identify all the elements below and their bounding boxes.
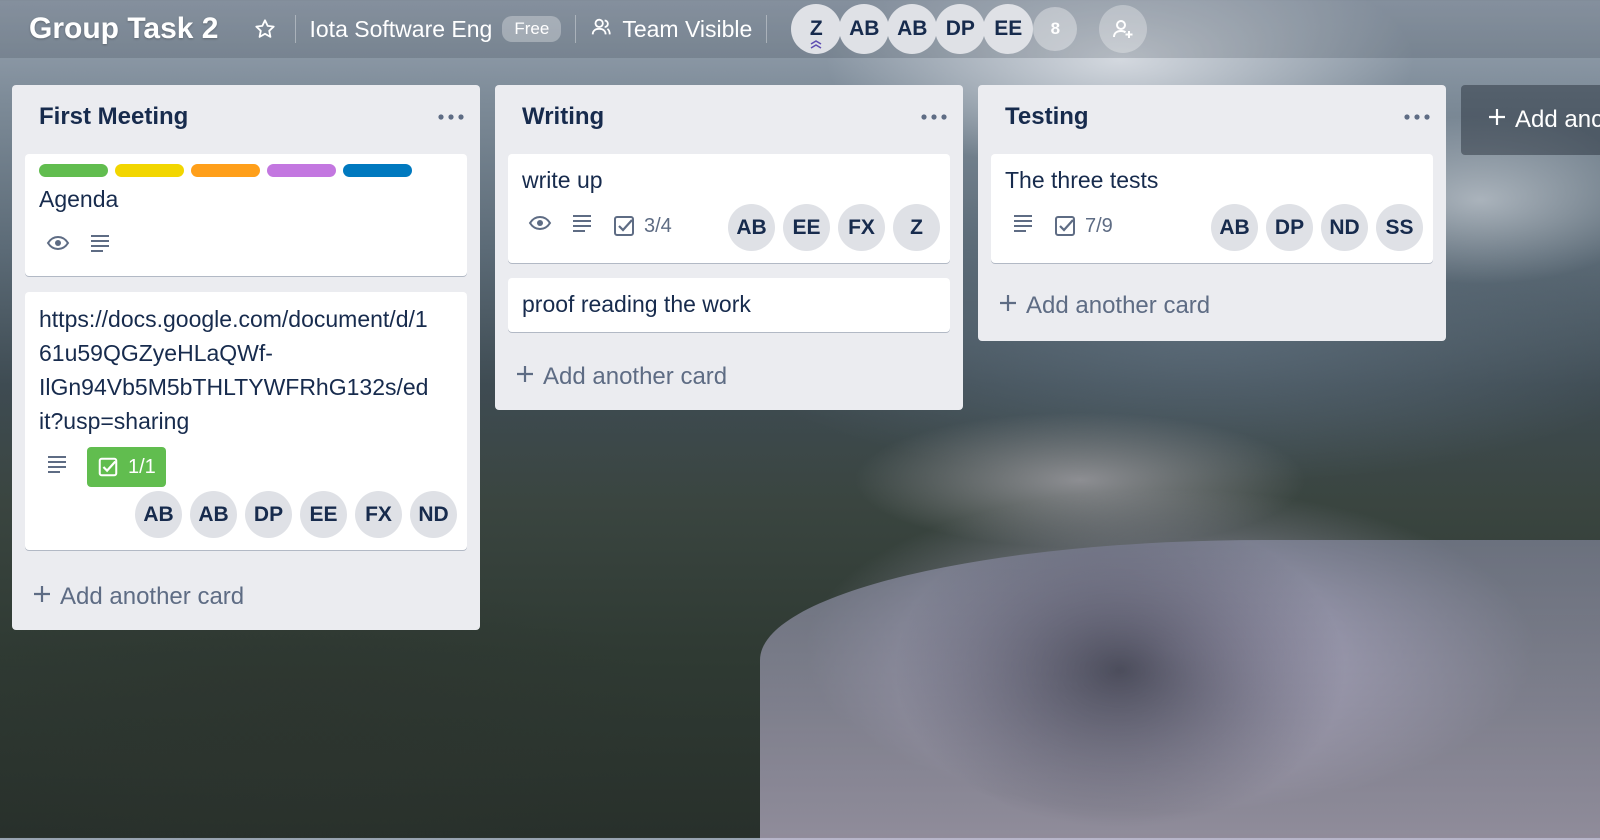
header-divider — [294, 15, 296, 43]
checklist-icon — [98, 457, 118, 477]
card-proof-reading[interactable]: proof reading the work — [508, 278, 950, 332]
checklist-badge: 7/9 — [1053, 214, 1113, 238]
add-list-button[interactable]: Add anc — [1461, 85, 1600, 155]
member-avatar[interactable]: EE — [983, 4, 1034, 54]
card-title: https://docs.google.com/document/d/1 61u… — [39, 306, 429, 434]
board-members: Z AB AB DP EE 8 — [791, 4, 1078, 55]
card-agenda[interactable]: Agenda — [25, 154, 467, 276]
card-badges: 1/1 — [45, 447, 166, 487]
invite-member-icon[interactable] — [1099, 5, 1148, 53]
eye-icon — [528, 211, 552, 241]
plan-badge: Free — [502, 16, 562, 42]
plus-icon — [32, 583, 52, 611]
admin-chevron-icon — [809, 31, 823, 55]
star-icon[interactable] — [249, 13, 281, 45]
member-avatar[interactable]: AB — [1211, 204, 1258, 251]
card-badges: 7/9 — [1011, 211, 1113, 241]
description-icon — [570, 211, 594, 241]
member-avatar[interactable]: AB — [135, 491, 182, 538]
member-avatar[interactable]: AB — [839, 4, 890, 54]
member-avatar[interactable]: FX — [355, 491, 402, 538]
board-header: Group Task 2 Iota Software Eng Free Team… — [0, 0, 1600, 58]
member-avatar[interactable]: DP — [245, 491, 292, 538]
eye-icon — [46, 231, 70, 261]
card-labels — [39, 164, 412, 177]
plus-icon — [1487, 106, 1507, 134]
description-icon — [1011, 211, 1035, 241]
member-avatar[interactable]: ND — [410, 491, 457, 538]
card-doc-link[interactable]: https://docs.google.com/document/d/1 61u… — [25, 292, 467, 550]
card-badges: 3/4 — [528, 211, 672, 241]
member-avatar[interactable]: DP — [935, 4, 986, 54]
member-avatar[interactable]: EE — [783, 204, 830, 251]
member-avatar[interactable]: EE — [300, 491, 347, 538]
more-icon[interactable] — [918, 107, 950, 127]
member-avatar[interactable]: Z — [791, 4, 842, 55]
list-title[interactable]: Writing — [522, 103, 604, 131]
label-orange[interactable] — [191, 164, 260, 177]
checklist-icon — [614, 216, 634, 236]
add-card-button[interactable]: Add another card — [998, 292, 1210, 320]
member-avatar[interactable]: Z — [893, 204, 940, 251]
card-members: AB DP ND SS — [1211, 204, 1423, 251]
list-title[interactable]: Testing — [1005, 103, 1089, 131]
add-card-button[interactable]: Add another card — [515, 363, 727, 391]
more-icon[interactable] — [1401, 107, 1433, 127]
header-divider — [575, 15, 577, 43]
visibility-button[interactable]: Team Visible — [590, 16, 752, 43]
more-members-count[interactable]: 8 — [1033, 7, 1078, 51]
list-testing: Testing The three tests 7/9 AB DP ND SS … — [978, 85, 1446, 341]
list-first-meeting: First Meeting Agenda https://docs.google… — [12, 85, 480, 630]
card-three-tests[interactable]: The three tests 7/9 AB DP ND SS — [991, 154, 1433, 263]
checklist-badge: 1/1 — [87, 447, 166, 487]
member-avatar[interactable]: ND — [1321, 204, 1368, 251]
visibility-label: Team Visible — [622, 15, 753, 42]
team-name[interactable]: Iota Software Eng — [310, 16, 493, 43]
member-avatar[interactable]: AB — [887, 4, 938, 54]
header-divider — [766, 15, 768, 43]
card-title: Agenda — [39, 186, 119, 212]
label-yellow[interactable] — [115, 164, 184, 177]
background-lake — [760, 540, 1600, 840]
card-write-up[interactable]: write up 3/4 AB EE FX Z — [508, 154, 950, 263]
team-icon — [590, 16, 612, 43]
card-badges — [46, 231, 112, 261]
card-members: AB AB DP EE FX ND — [135, 491, 457, 538]
checklist-badge: 3/4 — [612, 214, 672, 238]
description-icon — [45, 452, 69, 482]
label-green[interactable] — [39, 164, 108, 177]
add-card-button[interactable]: Add another card — [32, 583, 244, 611]
more-icon[interactable] — [435, 107, 467, 127]
member-avatar[interactable]: DP — [1266, 204, 1313, 251]
member-avatar[interactable]: AB — [728, 204, 775, 251]
card-members: AB EE FX Z — [728, 204, 940, 251]
list-title[interactable]: First Meeting — [39, 103, 188, 131]
description-icon — [88, 231, 112, 261]
member-avatar[interactable]: SS — [1376, 204, 1423, 251]
member-avatar[interactable]: AB — [190, 491, 237, 538]
plus-icon — [998, 292, 1018, 320]
list-writing: Writing write up 3/4 AB EE FX Z proof re — [495, 85, 963, 410]
card-title: write up — [522, 167, 603, 193]
checklist-icon — [1055, 216, 1075, 236]
card-title: proof reading the work — [522, 291, 751, 317]
label-blue[interactable] — [343, 164, 412, 177]
card-title: The three tests — [1005, 167, 1159, 193]
board-title[interactable]: Group Task 2 — [29, 12, 219, 46]
label-purple[interactable] — [267, 164, 336, 177]
member-avatar[interactable]: FX — [838, 204, 885, 251]
plus-icon — [515, 363, 535, 391]
